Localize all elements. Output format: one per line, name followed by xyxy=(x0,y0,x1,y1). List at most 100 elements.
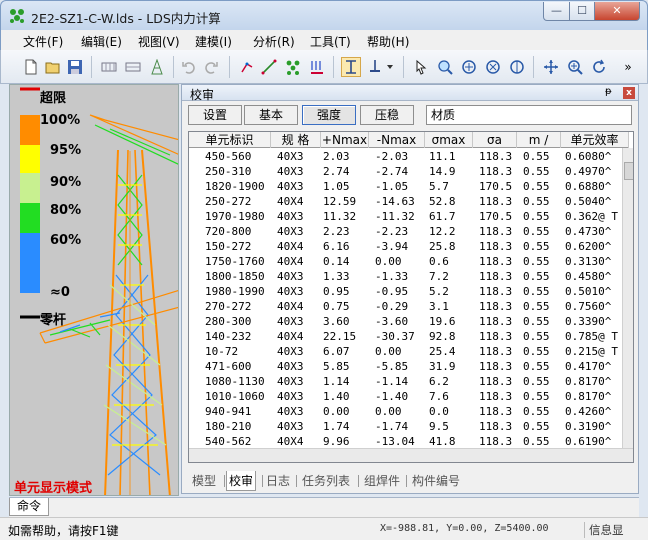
table-cell: 0.5040^ xyxy=(565,195,612,208)
table-cell: 280-300 xyxy=(205,315,252,328)
table-cell: 9.96 xyxy=(323,435,350,448)
tab-strength[interactable]: 强度 xyxy=(302,105,356,125)
grid2-icon[interactable] xyxy=(123,57,143,77)
col-spec[interactable]: 规 格 xyxy=(271,132,321,148)
table-row[interactable]: 250-310 40X3 2.74 -2.74 14.9 118.3 0.55 0.4970^ xyxy=(189,164,629,179)
tab-log[interactable]: 日志 xyxy=(264,471,292,491)
table-cell: 0.75 xyxy=(323,300,350,313)
rod-icon[interactable] xyxy=(259,57,279,77)
table-row[interactable]: 450-560 40X3 2.03 -2.03 11.1 118.3 0.55 0.6080^ xyxy=(189,149,629,164)
save-icon[interactable] xyxy=(65,57,85,77)
settings-button[interactable]: 设置 xyxy=(188,105,242,125)
col-element-id[interactable]: 单元标识 xyxy=(189,132,271,148)
zoom-in-icon[interactable] xyxy=(565,57,585,77)
col-sigma-max[interactable]: σmax xyxy=(425,132,473,148)
grid-icon[interactable] xyxy=(99,57,119,77)
refresh-icon[interactable] xyxy=(589,57,609,77)
scroll-thumb[interactable] xyxy=(624,162,633,180)
pan-icon[interactable] xyxy=(541,57,561,77)
menu-help[interactable]: 帮助(H) xyxy=(367,33,409,50)
table-cell: 0.55 xyxy=(523,345,550,358)
tab-review[interactable]: 校审 xyxy=(226,471,257,491)
tab-task-list[interactable]: 任务列表 xyxy=(300,471,352,491)
rotate3-icon[interactable] xyxy=(507,57,527,77)
table-cell: 0.55 xyxy=(523,225,550,238)
table-row[interactable]: 1820-1900 40X3 1.05 -1.05 5.7 170.5 0.55 0.6880… xyxy=(189,179,629,194)
table-row[interactable]: 471-600 40X3 5.85 -5.85 31.9 118.3 0.55 0.4170^ xyxy=(189,359,629,374)
redo-icon[interactable] xyxy=(201,57,221,77)
table-row[interactable]: 1800-1850 40X3 1.33 -1.33 7.2 118.3 0.55 0.4580… xyxy=(189,269,629,284)
table-row[interactable]: 180-210 40X3 1.74 -1.74 9.5 118.3 0.55 0.3190^ xyxy=(189,419,629,434)
table-row[interactable]: 250-272 40X4 12.59 -14.63 52.8 118.3 0.55 0.504… xyxy=(189,194,629,209)
rotate-icon[interactable] xyxy=(459,57,479,77)
col-nmax-neg[interactable]: -Nmax xyxy=(369,132,425,148)
table-row[interactable]: 1980-1990 40X3 0.95 -0.95 5.2 118.3 0.55 0.5010… xyxy=(189,284,629,299)
support-icon[interactable] xyxy=(365,57,385,77)
model-canvas[interactable]: 超限 100% 95% 90% 80% 60% ≈0 零杆 单元显示模式 xyxy=(9,84,179,496)
table-cell: -0.29 xyxy=(375,300,409,313)
horizontal-scrollbar[interactable] xyxy=(189,448,633,462)
table-cell: 0.8170^ xyxy=(565,390,612,403)
menu-model[interactable]: 建模(I) xyxy=(195,33,232,50)
mesh-icon[interactable] xyxy=(283,57,303,77)
table-cell: 0.7560^ xyxy=(565,300,612,313)
tab-weldment[interactable]: 组焊件 xyxy=(362,471,402,491)
tab-basic[interactable]: 基本 xyxy=(244,105,298,125)
close-button[interactable]: ✕ xyxy=(594,2,640,21)
tab-part-number[interactable]: 构件编号 xyxy=(410,471,462,491)
node-icon[interactable] xyxy=(237,57,257,77)
table-row[interactable]: 940-941 40X3 0.00 0.00 0.0 118.3 0.55 0.4260^ xyxy=(189,404,629,419)
open-folder-icon[interactable] xyxy=(43,57,63,77)
table-row[interactable]: 150-272 40X4 6.16 -3.94 25.8 118.3 0.55 0.6200^ xyxy=(189,239,629,254)
undo-icon[interactable] xyxy=(179,57,199,77)
tower-drawing xyxy=(20,87,178,495)
menu-file[interactable]: 文件(F) xyxy=(23,33,63,50)
command-bar: 命令 xyxy=(9,497,639,517)
panel-close-icon[interactable]: x xyxy=(623,87,635,99)
table-cell: -11.32 xyxy=(375,210,415,223)
load-icon[interactable] xyxy=(307,57,327,77)
minimize-button[interactable]: — xyxy=(543,2,570,21)
menu-view[interactable]: 视图(V) xyxy=(138,33,180,50)
table-cell: 1.74 xyxy=(323,420,350,433)
table-row[interactable]: 1010-1060 40X3 1.40 -1.40 7.6 118.3 0.55 0.8170… xyxy=(189,389,629,404)
pin-icon[interactable]: ᵽ xyxy=(605,86,612,97)
maximize-button[interactable]: ☐ xyxy=(569,2,595,21)
table-cell: 5.7 xyxy=(429,180,449,193)
table-cell: 720-800 xyxy=(205,225,252,238)
table-cell: 0.215@ T xyxy=(565,345,618,358)
rotate2-icon[interactable] xyxy=(483,57,503,77)
support-dropdown-icon[interactable] xyxy=(385,57,395,77)
col-m[interactable]: m / xyxy=(517,132,561,148)
table-row[interactable]: 270-272 40X4 0.75 -0.29 3.1 118.3 0.55 0.7560^ xyxy=(189,299,629,314)
menu-analysis[interactable]: 分析(R) xyxy=(253,33,295,50)
section-icon[interactable] xyxy=(341,57,361,77)
table-row[interactable]: 140-232 40X4 22.15 -30.37 92.8 118.3 0.55 0.785… xyxy=(189,329,629,344)
menu-tools[interactable]: 工具(T) xyxy=(310,33,351,50)
command-tab[interactable]: 命令 xyxy=(9,498,49,516)
material-field[interactable]: 材质 xyxy=(426,105,632,125)
new-file-icon[interactable] xyxy=(21,57,41,77)
tower-icon[interactable] xyxy=(147,57,167,77)
table-row[interactable]: 280-300 40X3 3.60 -3.60 19.6 118.3 0.55 0.3390^ xyxy=(189,314,629,329)
table-row[interactable]: 1080-1130 40X3 1.14 -1.14 6.2 118.3 0.55 0.8170… xyxy=(189,374,629,389)
table-row[interactable]: 1970-1980 40X3 11.32 -11.32 61.7 170.5 0.55 0.3… xyxy=(189,209,629,224)
table-cell: 0.4260^ xyxy=(565,405,612,418)
menu-edit[interactable]: 编辑(E) xyxy=(81,33,122,50)
col-nmax-pos[interactable]: +Nmax xyxy=(321,132,369,148)
tab-model[interactable]: 模型 xyxy=(190,471,218,491)
table-cell: 6.07 xyxy=(323,345,350,358)
table-cell: 40X3 xyxy=(277,285,304,298)
cursor-icon[interactable] xyxy=(411,57,431,77)
col-sigma-a[interactable]: σa xyxy=(473,132,517,148)
tab-stability[interactable]: 压稳 xyxy=(360,105,414,125)
table-row[interactable]: 540-562 40X4 9.96 -13.04 41.8 118.3 0.55 0.6190… xyxy=(189,434,629,449)
table-row[interactable]: 1750-1760 40X4 0.14 0.00 0.6 118.3 0.55 0.3130^ xyxy=(189,254,629,269)
table-cell: 0.55 xyxy=(523,375,550,388)
table-row[interactable]: 10-72 40X3 6.07 0.00 25.4 118.3 0.55 0.215@ T xyxy=(189,344,629,359)
col-efficiency[interactable]: 单元效率 xyxy=(561,132,629,148)
zoom-window-icon[interactable] xyxy=(435,57,455,77)
vertical-scrollbar[interactable] xyxy=(622,148,633,448)
table-row[interactable]: 720-800 40X3 2.23 -2.23 12.2 118.3 0.55 0.4730^ xyxy=(189,224,629,239)
overflow-icon[interactable]: » xyxy=(621,57,635,77)
